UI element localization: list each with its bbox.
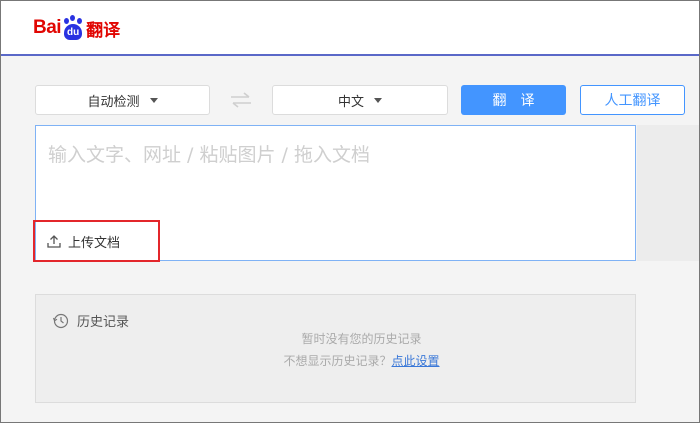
chevron-down-icon: [149, 97, 158, 103]
history-empty-message: 暂时没有您的历史记录: [301, 332, 422, 346]
logo-text-du: du: [64, 24, 83, 40]
human-translate-button[interactable]: 人工翻译: [580, 85, 685, 115]
swap-languages-icon[interactable]: [228, 89, 254, 111]
history-hide-prompt: 不想显示历史记录？: [283, 354, 392, 368]
chevron-down-icon: [374, 97, 382, 103]
source-language-label: 自动检测: [87, 94, 140, 110]
baidu-translate-logo[interactable]: Bai du 翻译: [33, 11, 120, 45]
upload-document-button[interactable]: 上传文档: [33, 220, 160, 262]
history-hide-prompt-row: 不想显示历史记录？点此设置: [36, 352, 635, 369]
output-panel: [637, 125, 699, 261]
history-panel: 历史记录 暂时没有您的历史记录 不想显示历史记录？点此设置: [35, 294, 636, 403]
input-placeholder: 输入文字、网址 / 粘贴图片 / 拖入文档: [48, 144, 370, 166]
source-language-select[interactable]: 自动检测: [35, 85, 210, 115]
history-settings-link[interactable]: 点此设置: [392, 354, 440, 368]
logo-text-bai: Bai: [33, 17, 62, 38]
translate-button[interactable]: 翻译: [461, 85, 566, 115]
history-title: 历史记录: [77, 315, 130, 330]
top-header: Bai du 翻译: [1, 1, 699, 56]
upload-icon: [47, 235, 61, 248]
target-language-select[interactable]: 中文: [272, 85, 448, 115]
upload-document-label: 上传文档: [68, 235, 121, 251]
logo-text-fanyi: 翻译: [86, 20, 121, 41]
target-language-label: 中文: [337, 94, 364, 110]
history-clock-icon: [52, 313, 69, 329]
history-header: 历史记录: [52, 311, 129, 330]
paw-icon: du: [62, 15, 84, 41]
